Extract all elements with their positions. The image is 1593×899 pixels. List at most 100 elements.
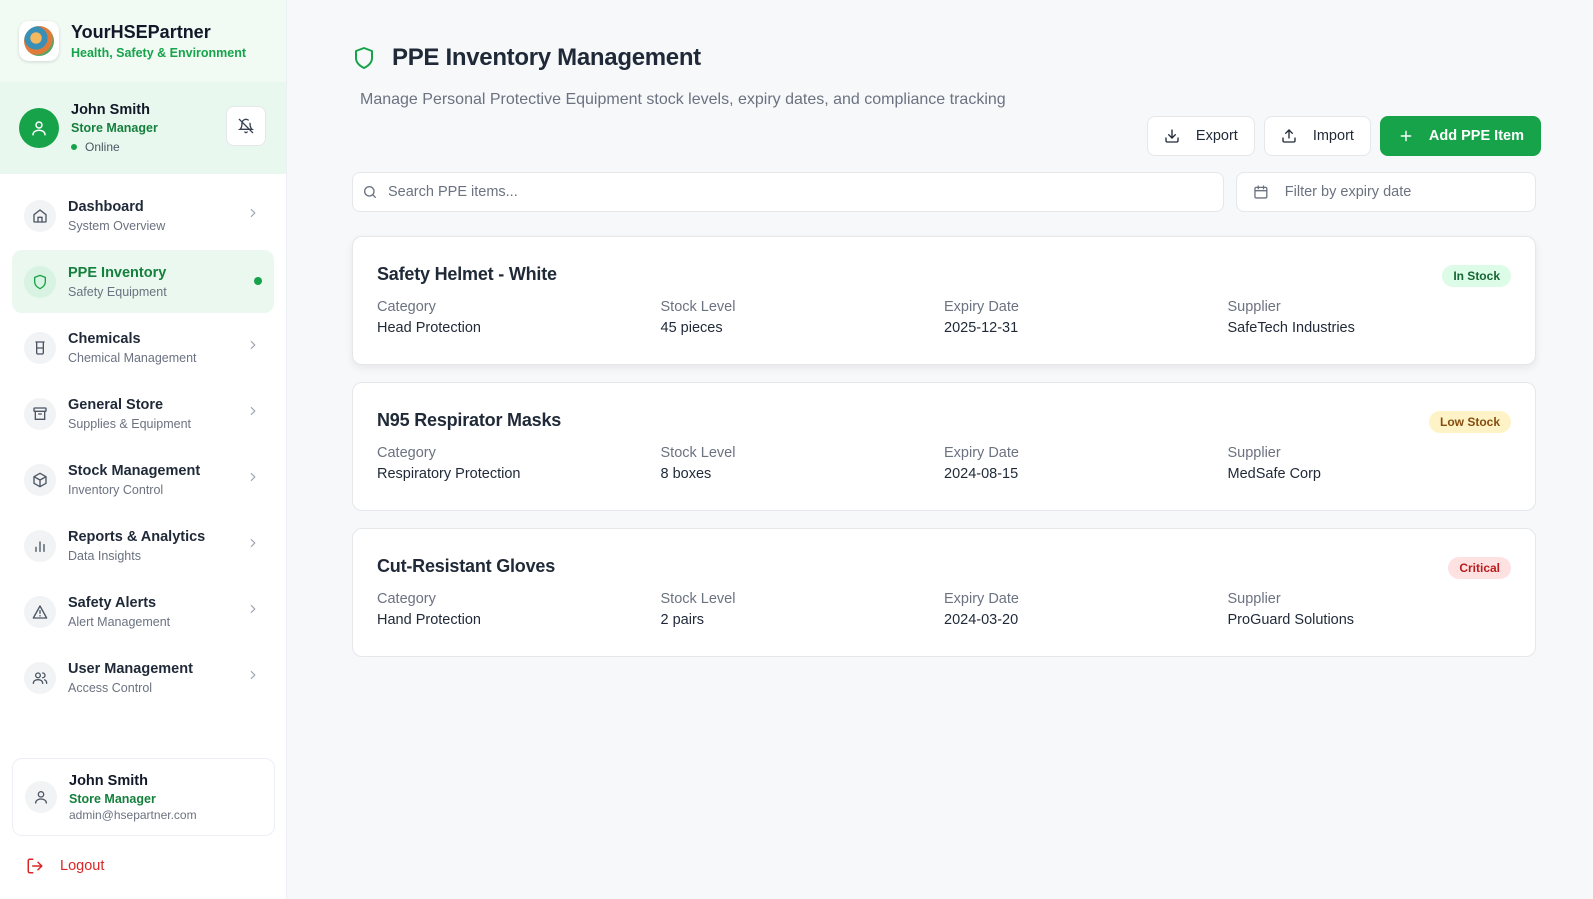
expiry-label: Expiry Date [944, 591, 1019, 607]
category-label: Category [377, 299, 436, 315]
item-name: Cut-Resistant Gloves [377, 556, 556, 576]
item-name: Safety Helmet - White [377, 264, 557, 284]
user-icon [35, 791, 47, 804]
stock-value: 8 boxes [660, 466, 712, 482]
add-ppe-item-button[interactable]: Add PPE Item [1379, 116, 1541, 156]
chevron-right-icon [250, 604, 256, 614]
import-label: Import [1312, 128, 1354, 144]
sidebar-item-user-management[interactable]: User Management Access Control [12, 646, 274, 709]
user-avatar[interactable] [19, 108, 59, 148]
sidebar-item-ppe-inventory[interactable]: PPE Inventory Safety Equipment [12, 250, 274, 313]
users-icon [32, 671, 48, 684]
expiry-filter-input[interactable] [1284, 184, 1535, 200]
sidebar-nav: Dashboard System Overview PPE Inventory Sa… [0, 174, 286, 722]
sidebar-item-stock-management[interactable]: Stock Management Inventory Control [12, 448, 274, 511]
user-card-role: Store Manager [69, 791, 156, 806]
item-name: N95 Respirator Masks [377, 410, 562, 430]
sidebar-item-sub: Inventory Control [68, 482, 164, 497]
supplier-value: ProGuard Solutions [1227, 612, 1355, 628]
shield-icon [355, 47, 373, 69]
logout-icon [27, 858, 43, 874]
ppe-item-card[interactable]: Safety Helmet - White In Stock Category H… [352, 236, 1536, 365]
expiry-filter [1236, 172, 1536, 212]
import-button[interactable]: Import [1263, 116, 1371, 156]
sidebar-item-label: Chemicals [68, 330, 141, 347]
supplier-value: SafeTech Industries [1227, 320, 1355, 336]
sidebar-item-safety-alerts[interactable]: Safety Alerts Alert Management [12, 580, 274, 643]
status-badge: Critical [1448, 557, 1511, 579]
page-description: Manage Personal Protective Equipment sto… [360, 91, 1006, 108]
user-card-name: John Smith [69, 772, 148, 789]
sidebar-item-sub: Supplies & Equipment [68, 416, 191, 431]
user-icon [32, 121, 46, 136]
sidebar-item-label: Safety Alerts [68, 594, 157, 611]
logout-label: Logout [60, 858, 105, 874]
category-label: Category [377, 445, 436, 461]
expiry-value: 2025-12-31 [944, 320, 1019, 336]
search-input[interactable] [388, 184, 1163, 200]
brand-title: YourHSEPartner [71, 22, 211, 42]
user-card[interactable]: John Smith Store Manager admin@hsepartne… [12, 758, 275, 836]
archive-icon [33, 406, 47, 420]
status-badge: Low Stock [1428, 411, 1511, 433]
user-status-label: Online [85, 140, 120, 154]
ppe-item-list: Safety Helmet - White In Stock Category H… [352, 236, 1536, 674]
chevron-right-icon [250, 472, 256, 482]
home-icon [33, 208, 47, 223]
online-dot [71, 144, 77, 150]
calendar-icon [1254, 185, 1268, 199]
user-name: John Smith [71, 102, 150, 118]
sidebar-item-sub: Data Insights [68, 548, 141, 563]
supplier-value: MedSafe Corp [1227, 466, 1322, 482]
stock-label: Stock Level [660, 445, 736, 461]
sidebar: YourHSEPartner Health, Safety & Environm… [0, 0, 287, 899]
export-button[interactable]: Export [1146, 116, 1255, 156]
chevron-right-icon [250, 538, 256, 548]
expiry-label: Expiry Date [944, 299, 1019, 315]
sidebar-item-reports-analytics[interactable]: Reports & Analytics Data Insights [12, 514, 274, 577]
stock-value: 2 pairs [660, 612, 705, 628]
chevron-right-icon [250, 208, 256, 218]
main-content: PPE Inventory Management Manage Personal… [287, 0, 1593, 899]
toolbar: Export Import Add PPE Item [1146, 116, 1541, 156]
bar-chart-icon [35, 540, 45, 552]
category-value: Respiratory Protection [377, 466, 521, 482]
notifications-toggle-button[interactable] [226, 106, 266, 146]
sidebar-item-chemicals[interactable]: Chemicals Chemical Management [12, 316, 274, 379]
sidebar-item-label: Reports & Analytics [68, 528, 206, 545]
page-title: PPE Inventory Management [392, 44, 701, 71]
supplier-label: Supplier [1227, 445, 1281, 461]
plus-icon [1400, 130, 1412, 142]
ppe-item-card[interactable]: N95 Respirator Masks Low Stock Category R… [352, 382, 1536, 511]
logout-button[interactable]: Logout [26, 857, 104, 875]
sidebar-item-general-store[interactable]: General Store Supplies & Equipment [12, 382, 274, 445]
user-card-email: admin@hsepartner.com [69, 807, 197, 822]
upload-icon [1282, 129, 1296, 143]
beaker-icon [35, 340, 45, 355]
chevron-right-icon [250, 340, 256, 350]
stock-label: Stock Level [660, 299, 736, 315]
chevron-right-icon [250, 406, 256, 416]
sidebar-item-dashboard[interactable]: Dashboard System Overview [12, 184, 274, 247]
stock-label: Stock Level [660, 591, 736, 607]
brand-subtitle: Health, Safety & Environment [71, 46, 247, 60]
brand-logo[interactable] [19, 21, 59, 61]
user-card-avatar [25, 781, 57, 813]
category-value: Head Protection [377, 320, 481, 336]
sidebar-item-label: Dashboard [68, 198, 144, 215]
shield-icon [34, 274, 46, 289]
category-value: Hand Protection [377, 612, 481, 628]
category-label: Category [377, 591, 436, 607]
sidebar-item-sub: Chemical Management [68, 350, 197, 365]
search-box [352, 172, 1224, 212]
sidebar-item-label: PPE Inventory [68, 264, 167, 281]
sidebar-item-sub: Alert Management [68, 614, 171, 629]
search-icon [364, 186, 376, 198]
chevron-right-icon [250, 670, 256, 680]
supplier-label: Supplier [1227, 591, 1281, 607]
user-profile-header: John Smith Store Manager Online [0, 82, 286, 174]
user-status: Online [71, 140, 158, 154]
status-badge: In Stock [1442, 265, 1511, 287]
stock-value: 45 pieces [660, 320, 723, 336]
ppe-item-card[interactable]: Cut-Resistant Gloves Critical Category Ha… [352, 528, 1536, 657]
